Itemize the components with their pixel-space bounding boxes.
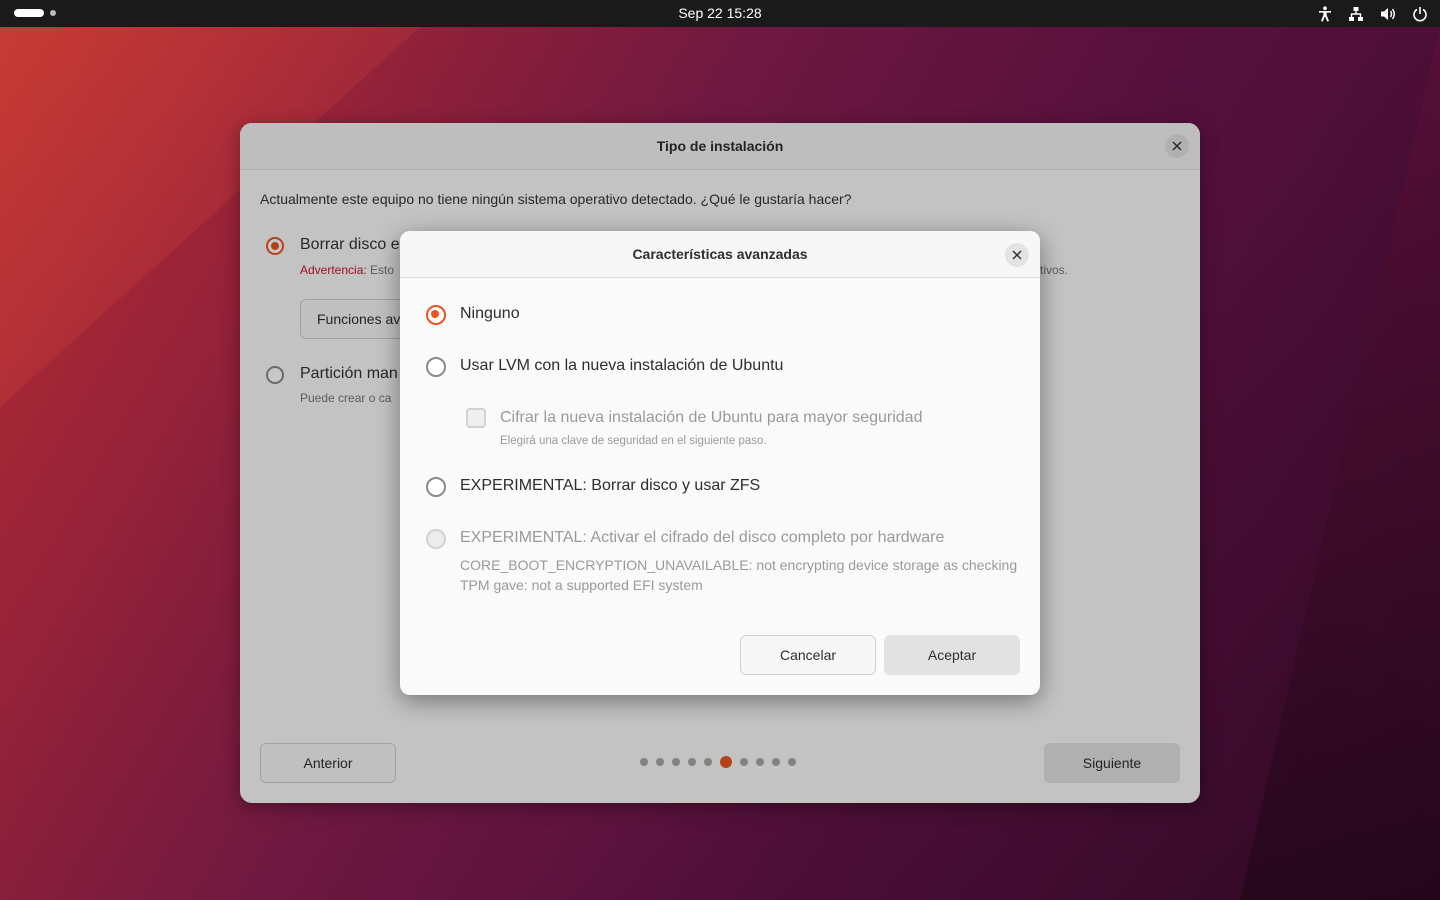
- dialog-header: Características avanzadas: [400, 231, 1040, 278]
- accessibility-icon[interactable]: [1318, 5, 1332, 22]
- advanced-features-dialog: Características avanzadas Ninguno Usar L…: [400, 231, 1040, 695]
- close-icon: [1012, 250, 1022, 260]
- option-none-radio[interactable]: [426, 305, 446, 325]
- option-hw-encrypt-desc: CORE_BOOT_ENCRYPTION_UNAVAILABLE: not en…: [460, 557, 1018, 593]
- system-tray[interactable]: [1318, 0, 1428, 27]
- option-zfs-radio[interactable]: [426, 477, 446, 497]
- volume-icon[interactable]: [1380, 6, 1396, 22]
- network-icon[interactable]: [1348, 6, 1364, 22]
- top-bar: Sep 22 15:28: [0, 0, 1440, 27]
- accept-button[interactable]: Aceptar: [884, 635, 1020, 675]
- clock[interactable]: Sep 22 15:28: [0, 0, 1440, 27]
- encrypt-label[interactable]: Cifrar la nueva instalación de Ubuntu pa…: [500, 409, 922, 427]
- option-lvm-label[interactable]: Usar LVM con la nueva instalación de Ubu…: [460, 357, 783, 375]
- option-hw-encrypt-label[interactable]: EXPERIMENTAL: Activar el cifrado del dis…: [460, 529, 944, 547]
- dialog-close-button[interactable]: [1005, 243, 1029, 267]
- cancel-button[interactable]: Cancelar: [740, 635, 876, 675]
- encrypt-checkbox[interactable]: [466, 408, 486, 428]
- option-none-label[interactable]: Ninguno: [460, 305, 520, 323]
- option-zfs-label[interactable]: EXPERIMENTAL: Borrar disco y usar ZFS: [460, 477, 760, 495]
- option-hw-encrypt-radio[interactable]: [426, 529, 446, 549]
- power-icon[interactable]: [1412, 6, 1428, 22]
- option-lvm-radio[interactable]: [426, 357, 446, 377]
- encrypt-hint: Elegirá una clave de seguridad en el sig…: [500, 435, 767, 447]
- dialog-title: Características avanzadas: [632, 246, 808, 262]
